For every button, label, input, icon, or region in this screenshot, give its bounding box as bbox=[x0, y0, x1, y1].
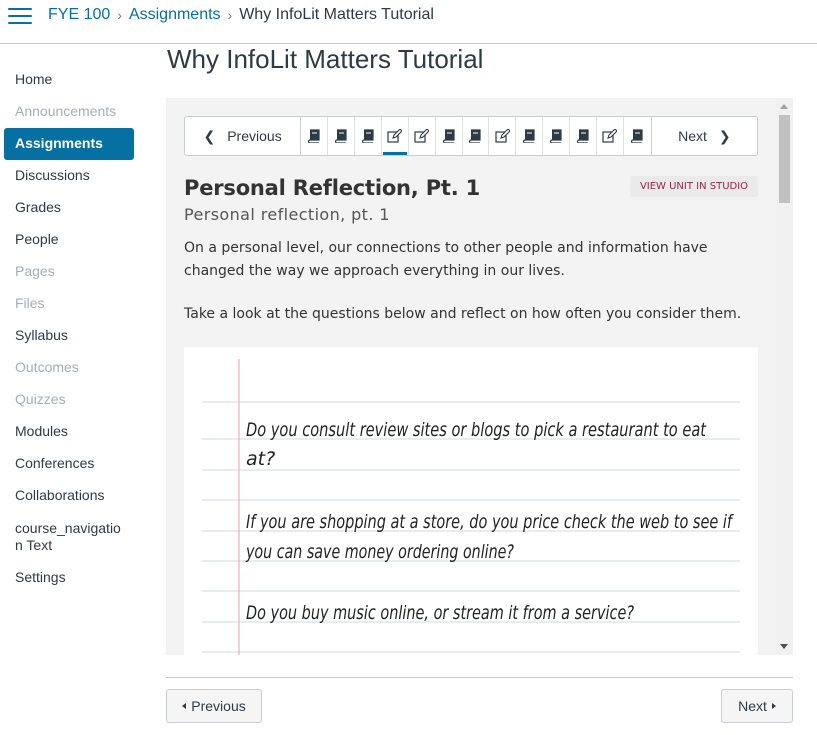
unit-2-book-icon[interactable] bbox=[328, 117, 355, 155]
unit-4-edit-icon[interactable] bbox=[382, 117, 409, 155]
sidebar-item-outcomes: Outcomes bbox=[15, 359, 79, 375]
sidebar-item-settings[interactable]: Settings bbox=[0, 562, 140, 594]
sidebar-item-quizzes: Quizzes bbox=[15, 391, 66, 407]
breadcrumb-current: Why InfoLit Matters Tutorial bbox=[239, 6, 434, 23]
footer-next-label: Next bbox=[738, 698, 767, 714]
chevron-left-icon: ❮ bbox=[203, 127, 216, 144]
sidebar-item-announcements: Announcements bbox=[15, 103, 117, 119]
sidebar-item-pages: Pages bbox=[15, 263, 55, 279]
notebook-question-line: Do you consult review sites or blogs to … bbox=[246, 419, 707, 441]
hamburger-menu-icon[interactable] bbox=[8, 5, 32, 25]
unit-previous-button[interactable]: ❮ Previous bbox=[185, 117, 302, 155]
unit-9-book-icon[interactable] bbox=[516, 117, 544, 155]
unit-next-label: Next bbox=[678, 128, 707, 144]
sidebar-item-syllabus[interactable]: Syllabus bbox=[0, 320, 140, 352]
sidebar-item-course-navigatio-n-text[interactable]: course_navigatio n Text bbox=[0, 512, 140, 562]
sidebar-item-conferences[interactable]: Conferences bbox=[0, 448, 140, 480]
unit-previous-label: Previous bbox=[227, 128, 282, 144]
caret-right-icon bbox=[771, 703, 776, 709]
studio-content-frame: ❮ Previous Next ❯ Personal Reflection, P… bbox=[166, 98, 793, 655]
unit-6-book-icon[interactable] bbox=[436, 117, 463, 155]
notebook-image: Do you consult review sites or blogs to … bbox=[184, 347, 758, 655]
chevron-right-icon: ❯ bbox=[718, 127, 731, 144]
lesson-title: Personal Reflection, Pt. 1 bbox=[184, 176, 481, 200]
notebook-question-line: at? bbox=[246, 448, 275, 470]
unit-13-book-icon[interactable] bbox=[624, 117, 651, 155]
top-bar: FYE 100 › Assignments › Why InfoLit Matt… bbox=[0, 0, 817, 44]
caret-left-icon bbox=[182, 703, 187, 709]
unit-12-edit-icon[interactable] bbox=[597, 117, 624, 155]
lesson-subtitle: Personal reflection, pt. 1 bbox=[184, 205, 390, 224]
unit-10-book-icon[interactable] bbox=[543, 117, 571, 155]
page-title: Why InfoLit Matters Tutorial bbox=[167, 44, 484, 74]
breadcrumb-chevron-icon: › bbox=[227, 7, 233, 23]
sidebar-item-assignments[interactable]: Assignments bbox=[4, 128, 134, 160]
sidebar-item-grades[interactable]: Grades bbox=[0, 192, 140, 224]
notebook-question-line: If you are shopping at a store, do you p… bbox=[246, 511, 735, 533]
unit-icons bbox=[301, 117, 651, 155]
unit-5-edit-icon[interactable] bbox=[409, 117, 436, 155]
unit-11-book-icon[interactable] bbox=[570, 117, 597, 155]
scroll-up-arrow-icon[interactable] bbox=[780, 104, 788, 109]
notebook-question-line: you can save money ordering online? bbox=[245, 541, 514, 563]
sidebar-item-home[interactable]: Home bbox=[0, 64, 140, 96]
lesson-paragraph: Take a look at the questions below and r… bbox=[184, 306, 742, 322]
breadcrumb: FYE 100 › Assignments › Why InfoLit Matt… bbox=[48, 5, 434, 25]
notebook-question-line: Do you buy music online, or stream it fr… bbox=[246, 602, 634, 624]
scrollbar-thumb[interactable] bbox=[779, 115, 790, 203]
view-unit-in-studio-button[interactable]: VIEW UNIT IN STUDIO bbox=[630, 176, 758, 197]
unit-7-book-icon[interactable] bbox=[463, 117, 490, 155]
unit-next-button[interactable]: Next ❯ bbox=[650, 117, 757, 155]
scroll-down-arrow-icon[interactable] bbox=[780, 644, 788, 649]
sidebar-item-discussions[interactable]: Discussions bbox=[0, 160, 140, 192]
sidebar-item-files: Files bbox=[15, 295, 45, 311]
footer-previous-label: Previous bbox=[191, 698, 246, 714]
unit-1-book-icon[interactable] bbox=[301, 117, 329, 155]
unit-navigation-bar: ❮ Previous Next ❯ bbox=[184, 116, 758, 156]
breadcrumb-chevron-icon: › bbox=[117, 7, 122, 23]
sidebar-item-collaborations[interactable]: Collaborations bbox=[0, 480, 140, 512]
unit-3-book-icon[interactable] bbox=[355, 117, 382, 155]
breadcrumb-course-link[interactable]: FYE 100 bbox=[48, 5, 110, 25]
footer-previous-button[interactable]: Previous bbox=[166, 689, 262, 723]
sidebar-item-people[interactable]: People bbox=[0, 224, 140, 256]
sidebar-item-modules[interactable]: Modules bbox=[0, 416, 140, 448]
course-navigation: Home Announcements Assignments Discussions G… bbox=[0, 64, 140, 594]
frame-scrollbar[interactable] bbox=[776, 98, 793, 655]
unit-8-edit-icon[interactable] bbox=[489, 117, 517, 155]
notebook-paper: Do you consult review sites or blogs to … bbox=[202, 359, 740, 655]
breadcrumb-assignments-link[interactable]: Assignments bbox=[129, 5, 221, 25]
lesson-paragraph: On a personal level, our connections to … bbox=[184, 240, 708, 279]
footer-next-button[interactable]: Next bbox=[721, 689, 793, 723]
footer-divider bbox=[166, 677, 793, 678]
